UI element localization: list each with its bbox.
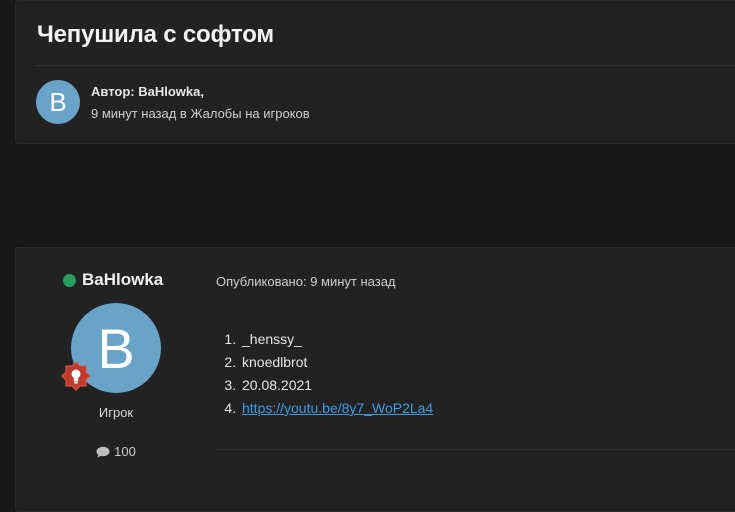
divider (36, 65, 735, 66)
video-link[interactable]: https://youtu.be/8y7_WoP2La4 (242, 400, 433, 416)
topic-author-link[interactable]: Автор: BaHlowka, (91, 84, 204, 99)
post-count-value: 100 (114, 444, 136, 459)
list-item: 20.08.2021 (240, 374, 433, 397)
list-item: _henssy_ (240, 328, 433, 351)
rank-badge-icon[interactable] (61, 361, 91, 391)
author-panel: BaHlowka B Игрок 100 (16, 248, 216, 511)
post-card: BaHlowka B Игрок 100 Опубликовано: 9 мин… (15, 247, 735, 512)
list-item: knoedlbrot (240, 351, 433, 374)
post-content: _henssy_ knoedlbrot 20.08.2021 https://y… (240, 328, 433, 420)
author-name-row: BaHlowka (63, 270, 163, 290)
comment-icon (96, 446, 110, 457)
topic-header: Чепушила с софтом B Автор: BaHlowka, 9 м… (15, 0, 735, 144)
online-status-icon (63, 273, 76, 287)
divider (216, 449, 735, 450)
list-item: https://youtu.be/8y7_WoP2La4 (240, 397, 433, 420)
post-published-date: Опубликовано: 9 минут назад (216, 274, 396, 289)
topic-title: Чепушила с софтом (37, 21, 274, 48)
avatar-letter: B (97, 316, 135, 380)
author-avatar[interactable]: B (36, 80, 80, 124)
avatar-letter: B (49, 86, 67, 117)
topic-meta: 9 минут назад в Жалобы на игроков (91, 106, 310, 121)
user-rank: Игрок (98, 405, 134, 420)
post-count: 100 (16, 444, 216, 459)
post-author-name[interactable]: BaHlowka (82, 270, 163, 290)
